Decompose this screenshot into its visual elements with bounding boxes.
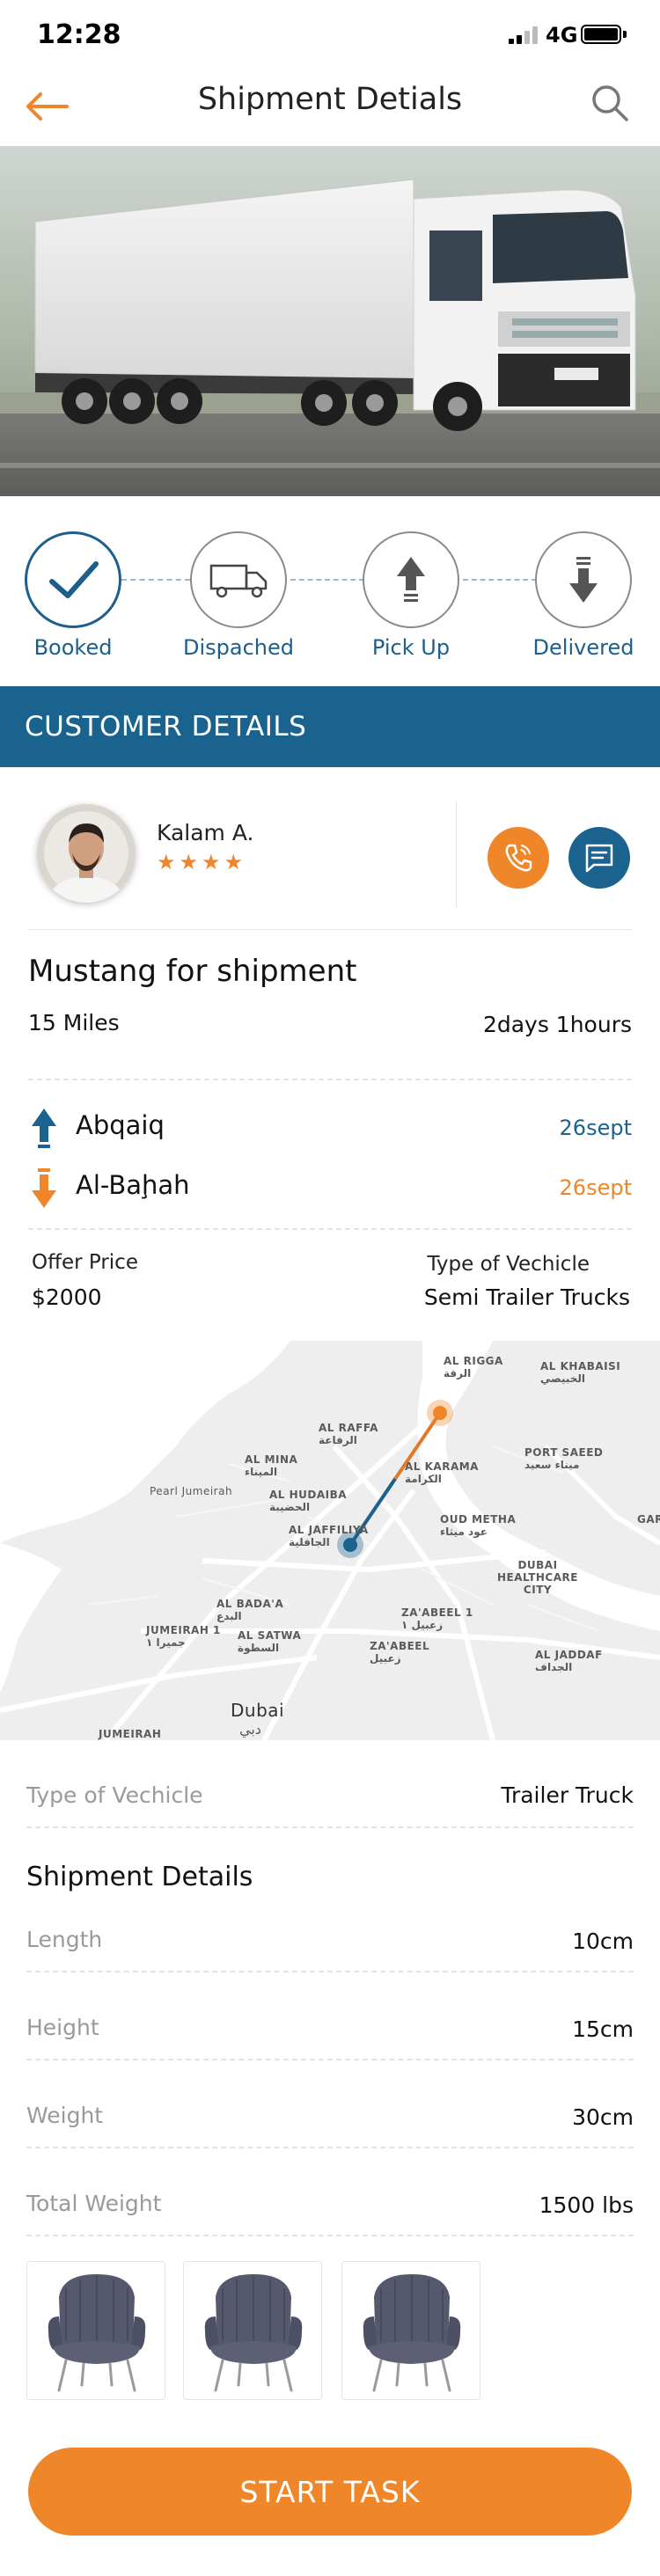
divider (26, 1826, 634, 1828)
avatar[interactable] (37, 804, 136, 903)
divider (456, 801, 457, 908)
item-photo[interactable] (341, 2261, 480, 2400)
offer-price-label: Offer Price (32, 1251, 138, 1274)
truck-hero-image (0, 146, 660, 496)
map-label: AL BADA'A البدع (216, 1598, 284, 1622)
battery-cap (623, 31, 627, 38)
destination-date: 26sept (560, 1175, 632, 1200)
vehicle-type-label: Type of Vechicle (26, 1782, 203, 1808)
divider (28, 929, 632, 930)
phone-icon (505, 844, 532, 872)
shipment-duration: 2days 1hours (482, 1012, 632, 1037)
status-time: 12:28 (37, 19, 121, 50)
step-connector (463, 579, 537, 581)
divider (26, 1971, 634, 1972)
divider (28, 1228, 632, 1230)
network-type: 4G (546, 23, 578, 48)
chat-icon (585, 844, 613, 873)
origin-date: 26sept (560, 1116, 632, 1140)
page-title: Shipment Detials (197, 82, 463, 117)
arrow-down-icon (569, 557, 598, 603)
map-label: AL KARAMA الكرامة (405, 1460, 479, 1485)
step-connector (121, 579, 190, 581)
call-button[interactable] (488, 827, 549, 889)
total-weight-label: Total Weight (26, 2191, 162, 2216)
step-connector (290, 579, 364, 581)
map-label: Pearl Jumeirah (150, 1485, 233, 1497)
map-label: DUBAI HEALTHCARE CITY (497, 1559, 578, 1596)
map-label: ZA'ABEEL 1 زعبيل ١ (401, 1606, 473, 1631)
customer-section-title: CUSTOMER DETAILS (25, 711, 307, 743)
map-label: GAR (637, 1513, 660, 1526)
route-map[interactable]: AL RIGGA الرقة AL KHABAISI الخبيصي AL RAFF… (0, 1341, 660, 1740)
battery-icon (581, 25, 621, 44)
divider (26, 2059, 634, 2060)
vehicle-type-value: Semi Trailer Trucks (423, 1284, 630, 1310)
signal-icon (509, 26, 540, 44)
arrow-up-icon (397, 557, 425, 602)
offer-price-value: $2000 (32, 1284, 102, 1310)
vehicle-type-value: Trailer Truck (501, 1782, 634, 1808)
height-label: Height (26, 2015, 99, 2040)
map-label: AL SATWA السطوة (238, 1629, 302, 1654)
start-task-button[interactable]: START TASK (28, 2448, 632, 2536)
map-label: AL JADDAF الجداف (535, 1649, 603, 1673)
origin-name: Abqaiq (76, 1110, 165, 1140)
map-label: AL JAFFILIYA الجافلية (289, 1524, 369, 1548)
length-label: Length (26, 1927, 103, 1952)
step-booked[interactable] (25, 531, 121, 628)
destination-date-month: sept (586, 1175, 632, 1200)
weight-label: Weight (26, 2103, 104, 2128)
customer-rating-stars: ★★★★ (157, 850, 247, 875)
search-button[interactable] (588, 81, 632, 125)
step-label-dispatched: Dispached (183, 635, 294, 660)
map-label: JUMEIRAH 1 جميرا ١ (146, 1624, 221, 1649)
map-label: OUD METHA عود ميثاء (440, 1513, 517, 1538)
map-label: PORT SAEED ميناء سعيد (524, 1446, 604, 1471)
length-value: 10cm (572, 1928, 634, 1954)
step-label-pickup: Pick Up (371, 635, 451, 660)
height-value: 15cm (572, 2016, 634, 2042)
step-delivered[interactable] (535, 531, 632, 628)
shipment-details-title: Shipment Details (26, 1862, 253, 1892)
destination-date-day: 26 (559, 1175, 587, 1200)
item-photo[interactable] (183, 2261, 322, 2400)
divider (28, 1079, 632, 1080)
divider (26, 2147, 634, 2148)
shipment-distance: 15 Miles (28, 1010, 120, 1036)
item-photo[interactable] (26, 2261, 165, 2400)
step-pickup[interactable] (363, 531, 459, 628)
map-label: AL RAFFA الرفاعة (319, 1422, 378, 1446)
divider (26, 2235, 634, 2236)
weight-value: 30cm (572, 2104, 634, 2130)
arrow-up-icon (30, 1107, 58, 1151)
map-label: AL HUDAIBA الحضيبة (269, 1489, 348, 1513)
map-label: دبي (239, 1721, 261, 1738)
map-label: AL KHABAISI الخبيصي (540, 1360, 621, 1385)
map-label: ZA'ABEEL زعبيل (370, 1640, 430, 1665)
map-label: AL MINA الميناء (245, 1453, 298, 1478)
step-label-delivered: Delivered (532, 635, 634, 660)
shipment-title: Mustang for shipment (28, 954, 357, 989)
map-label: Dubai (231, 1700, 285, 1721)
check-icon (49, 561, 99, 598)
destination-name: Al-Baḩah (76, 1170, 190, 1200)
shipment-progress: Booked Dispached Pick Up Delivered (0, 519, 660, 669)
origin-date-day: 26 (559, 1116, 587, 1140)
step-dispatched[interactable] (190, 531, 287, 628)
map-label: AL RIGGA الرقة (444, 1355, 503, 1379)
message-button[interactable] (568, 827, 630, 889)
arrow-down-icon (30, 1167, 58, 1211)
total-weight-value: 1500 lbs (539, 2192, 634, 2218)
vehicle-type-label: Type of Vechicle (427, 1253, 590, 1276)
truck-icon (209, 564, 268, 598)
customer-name: Kalam A. (157, 820, 254, 845)
search-icon (592, 85, 628, 121)
origin-date-month: sept (586, 1116, 632, 1140)
step-label-booked: Booked (33, 635, 113, 660)
map-label: JUMEIRAH (99, 1728, 162, 1740)
